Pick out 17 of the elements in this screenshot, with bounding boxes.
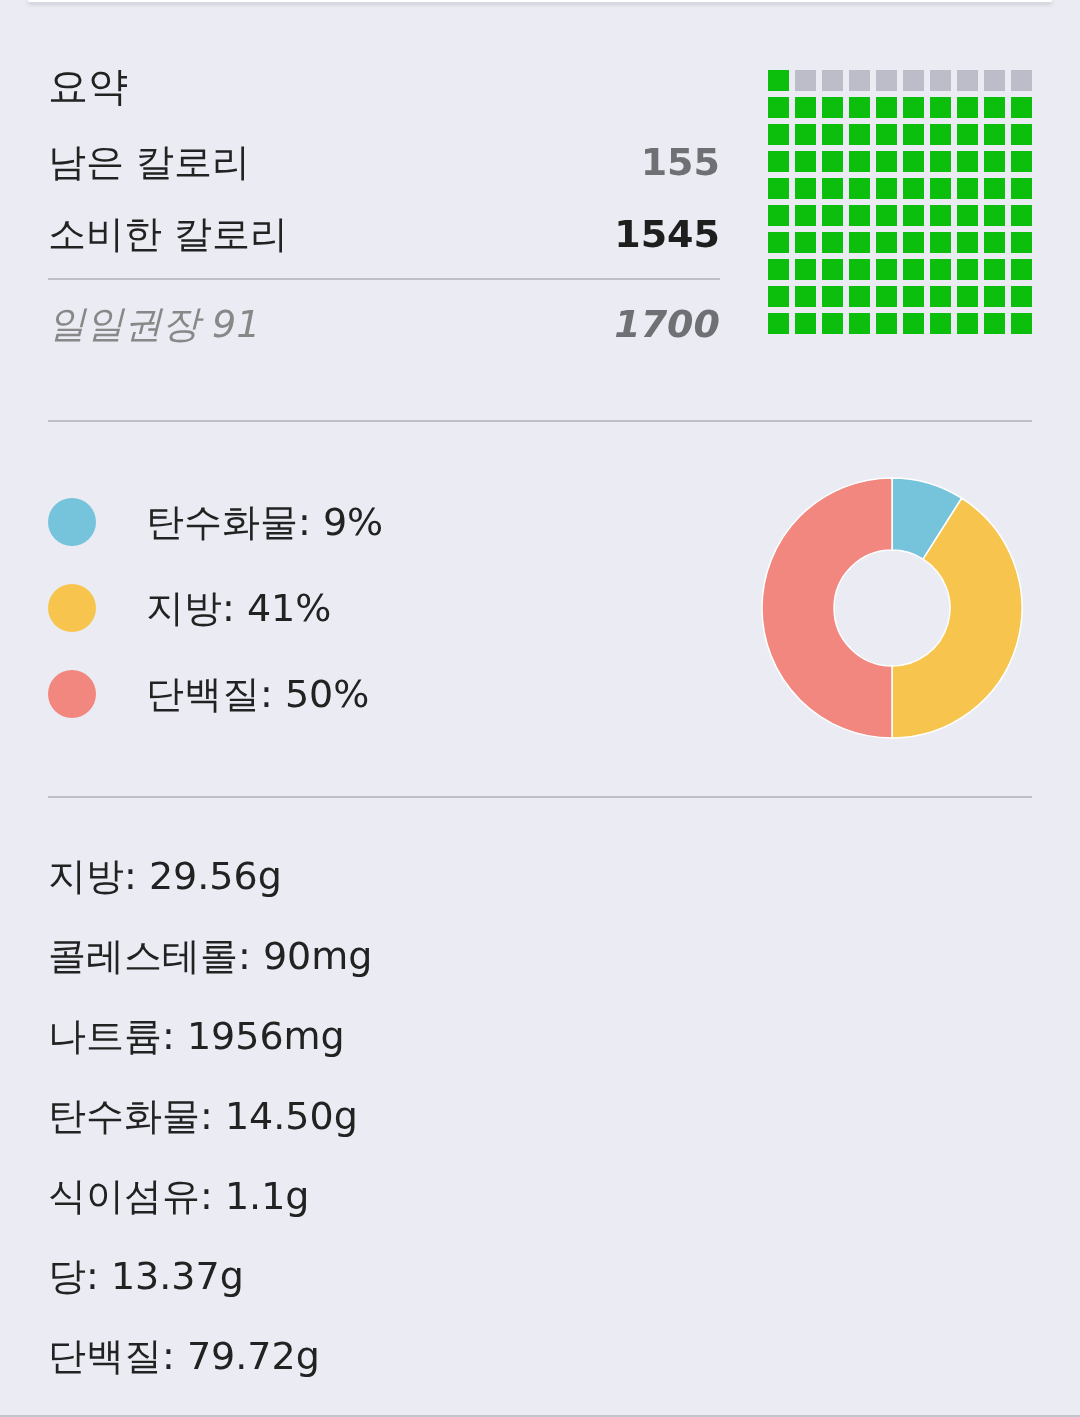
calorie-label: 남은 칼로리 bbox=[48, 138, 251, 186]
legend-label: 지방: 41% bbox=[146, 584, 332, 632]
nutrient-text: 식이섬유: 1.1g bbox=[48, 1173, 311, 1220]
section-title: 요약 bbox=[48, 62, 129, 111]
calorie-value: 1700 bbox=[614, 302, 720, 346]
calorie-label: 일일권장 91 bbox=[48, 300, 261, 348]
nutrient-text: 단백질: 79.72g bbox=[48, 1333, 321, 1380]
calorie-label: 소비한 칼로리 bbox=[48, 210, 289, 258]
nutrient-text: 지방: 29.56g bbox=[48, 853, 283, 900]
calorie-value: 155 bbox=[640, 140, 720, 184]
nutrient-text: 당: 13.37g bbox=[48, 1253, 245, 1300]
nutrient-text: 탄수화물: 14.50g bbox=[48, 1093, 359, 1140]
nutrient-text: 나트륨: 1956mg bbox=[48, 1013, 346, 1060]
nutrient-text: 콜레스테롤: 90mg bbox=[48, 933, 374, 980]
legend-label: 탄수화물: 9% bbox=[146, 498, 384, 546]
legend-label: 단백질: 50% bbox=[146, 670, 370, 718]
calorie-value: 1545 bbox=[614, 212, 720, 256]
